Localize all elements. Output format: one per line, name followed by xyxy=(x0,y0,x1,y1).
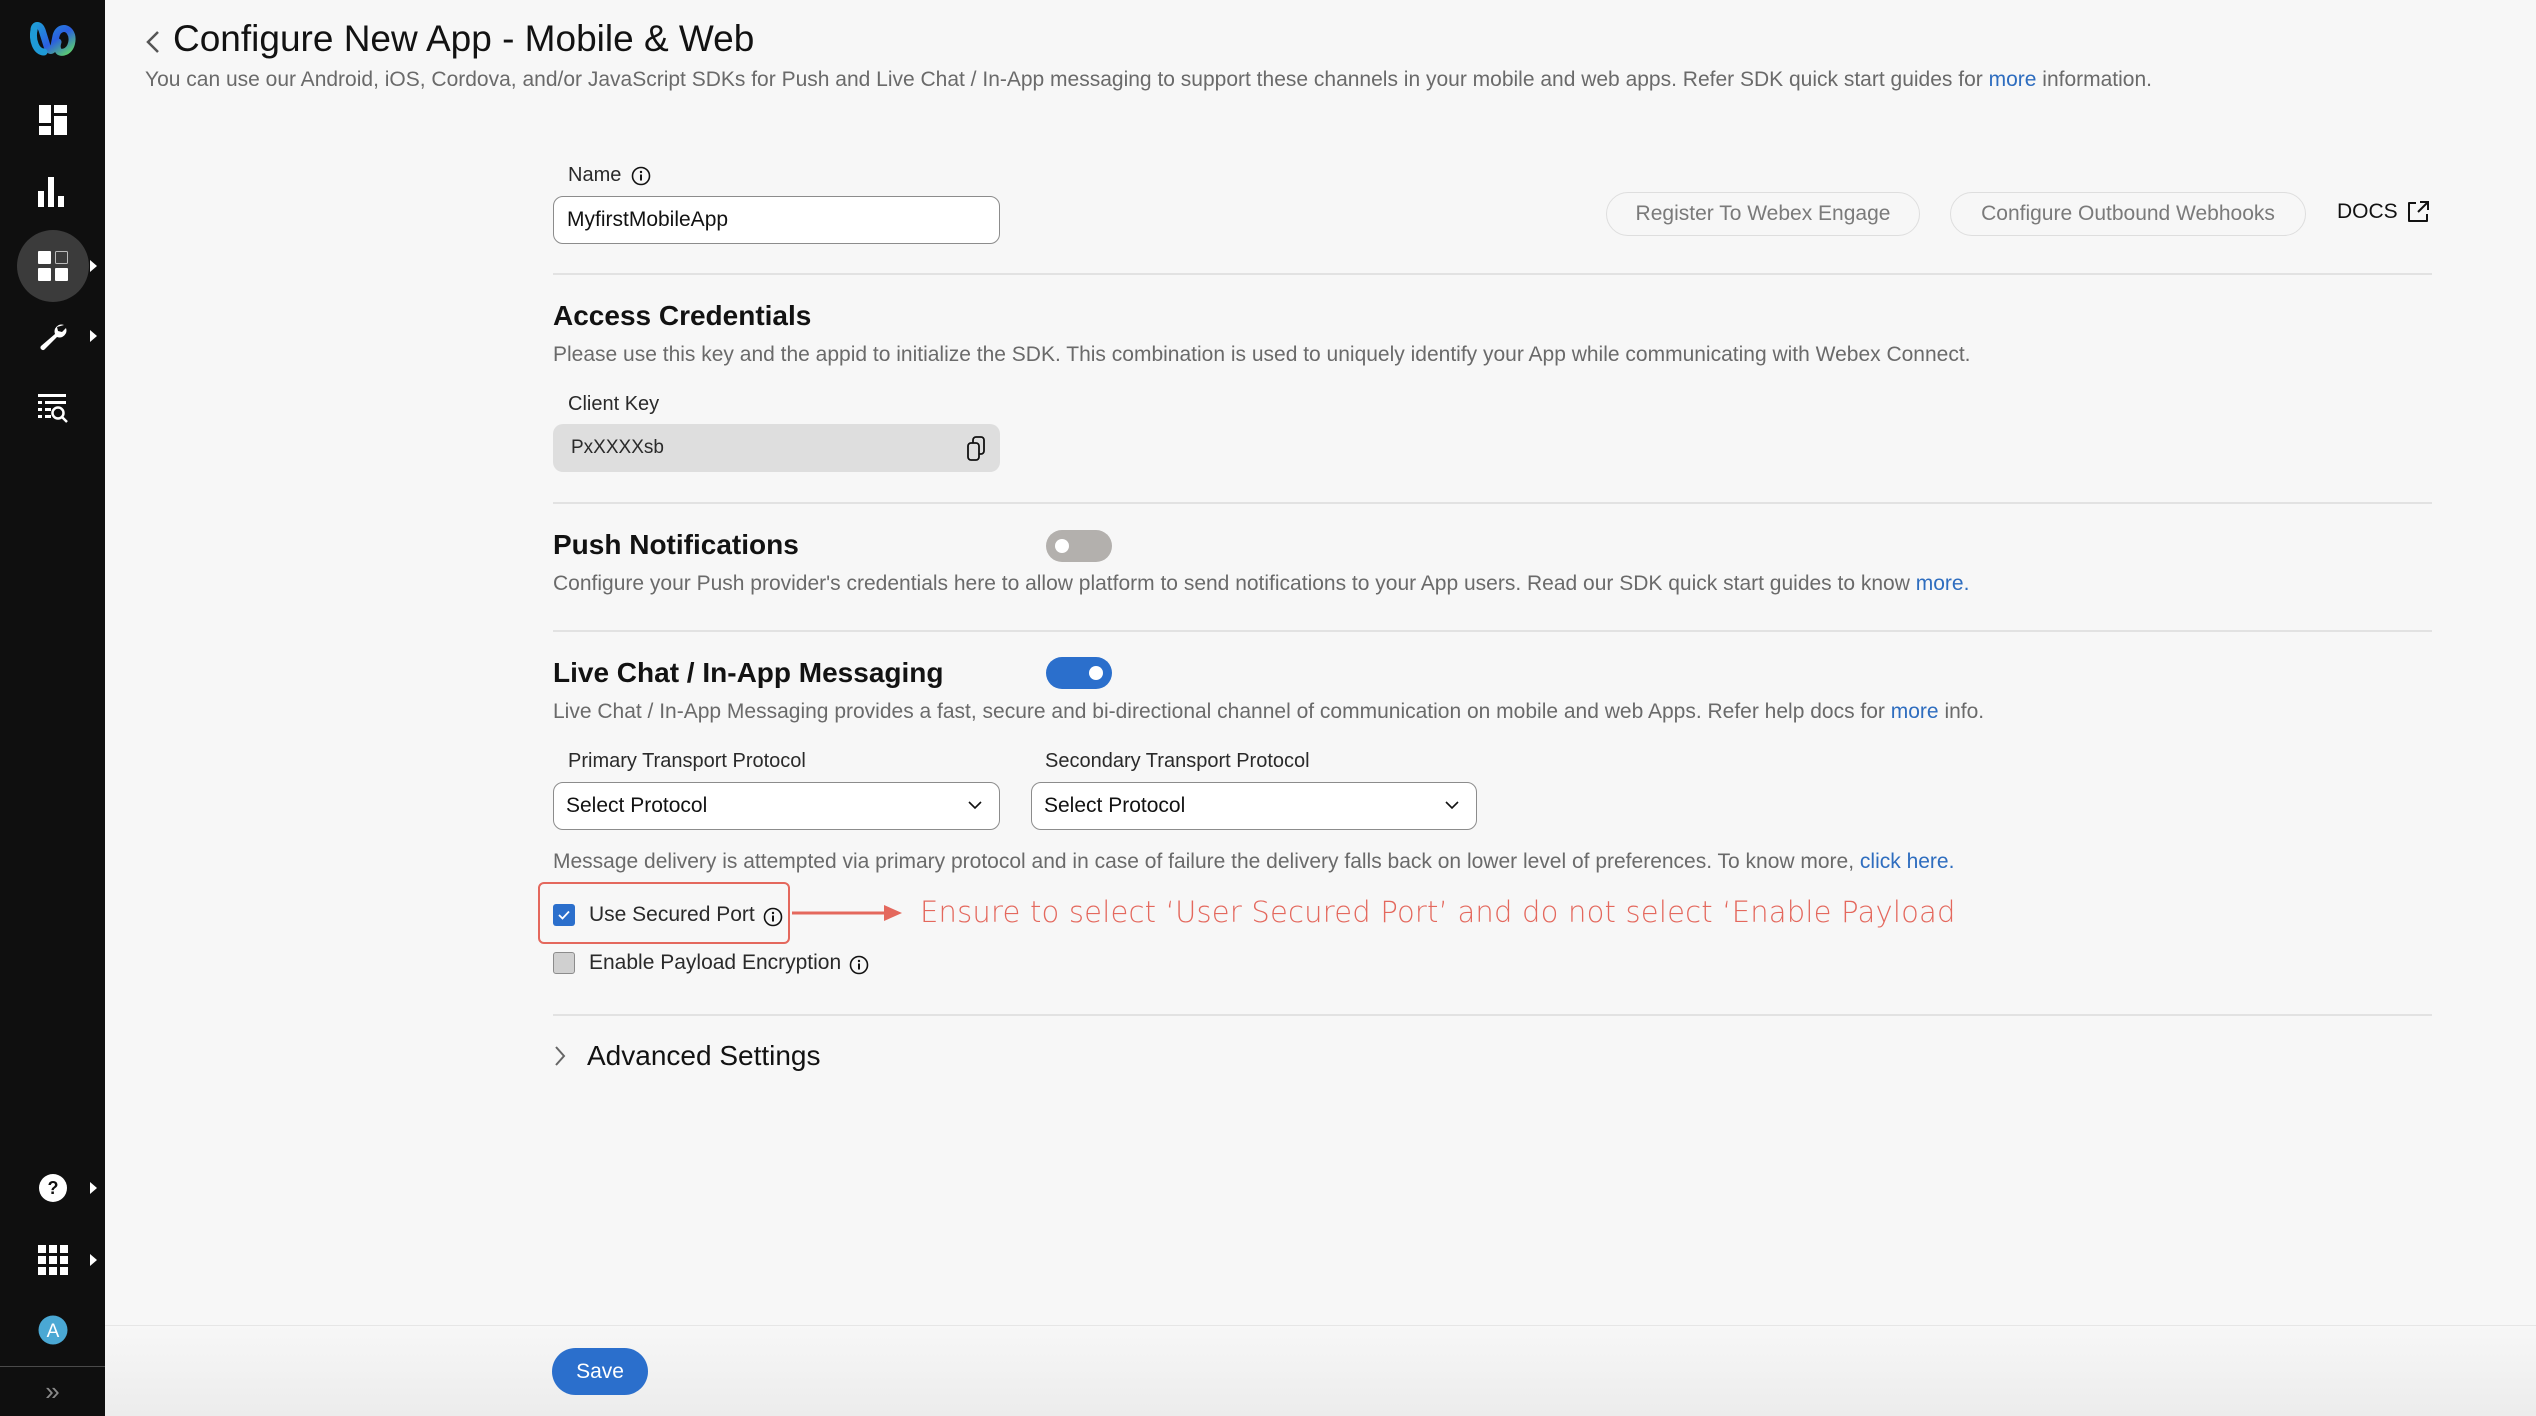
external-link-icon xyxy=(2407,201,2429,222)
bar-chart-icon xyxy=(37,177,64,207)
sidebar-item-profile[interactable]: A xyxy=(0,1304,105,1356)
push-more-link[interactable]: more. xyxy=(1916,572,1970,595)
client-key-label: Client Key xyxy=(568,393,660,415)
subtitle-text-end: information. xyxy=(2036,68,2152,91)
enable-payload-encryption-checkbox[interactable]: Enable Payload Encryption xyxy=(553,951,869,975)
apps-grid-icon xyxy=(37,251,68,281)
chevron-down-icon xyxy=(1445,801,1459,810)
webex-logo[interactable] xyxy=(0,14,105,66)
chevron-down-icon xyxy=(968,801,982,810)
push-notifications-title: Push Notifications xyxy=(553,529,799,560)
sidebar-divider xyxy=(0,1366,105,1367)
annotation-text: Ensure to select ‘User Secured Port’ and… xyxy=(920,895,1956,929)
grid-9-icon xyxy=(37,1245,68,1275)
live-chat-desc-end: info. xyxy=(1938,700,1985,723)
push-notifications-description: Configure your Push provider's credentia… xyxy=(553,572,1969,596)
live-chat-desc-text: Live Chat / In-App Messaging provides a … xyxy=(553,700,1891,723)
delivery-note-text: Message delivery is attempted via primar… xyxy=(553,850,1860,873)
list-search-icon xyxy=(37,394,68,423)
access-credentials-description: Please use this key and the appid to ini… xyxy=(553,343,1971,366)
sidebar-item-dashboard[interactable] xyxy=(0,94,105,146)
svg-text:A: A xyxy=(46,1321,59,1342)
info-icon[interactable] xyxy=(631,166,651,186)
section-divider xyxy=(553,273,2432,275)
sidebar-item-tools[interactable] xyxy=(0,310,105,362)
client-key-field: PxXXXXsb xyxy=(553,424,1000,472)
primary-protocol-label: Primary Transport Protocol xyxy=(568,750,806,772)
click-here-link[interactable]: click here. xyxy=(1860,850,1955,873)
webex-logo-icon xyxy=(29,22,75,56)
app-name-input[interactable]: MyfirstMobileApp xyxy=(553,196,1000,244)
toggle-knob xyxy=(1055,539,1069,553)
app-name-value: MyfirstMobileApp xyxy=(567,208,729,231)
back-chevron-icon[interactable] xyxy=(140,26,168,58)
primary-protocol-value: Select Protocol xyxy=(566,794,708,817)
chevron-right-icon xyxy=(555,1046,566,1066)
secondary-protocol-label: Secondary Transport Protocol xyxy=(1045,750,1310,772)
help-icon: ? xyxy=(38,1174,67,1202)
secondary-protocol-select[interactable]: Select Protocol xyxy=(1031,782,1477,830)
submenu-caret-icon xyxy=(90,260,97,272)
section-divider xyxy=(553,502,2432,504)
primary-protocol-select[interactable]: Select Protocol xyxy=(553,782,1000,830)
section-divider xyxy=(553,1014,2432,1016)
live-chat-title: Live Chat / In-App Messaging xyxy=(553,657,944,688)
annotation-arrow-icon xyxy=(792,905,902,921)
avatar-icon: A xyxy=(38,1315,67,1345)
subtitle-text: You can use our Android, iOS, Cordova, a… xyxy=(145,68,1989,91)
save-button[interactable]: Save xyxy=(552,1348,648,1395)
enable-payload-encryption-label: Enable Payload Encryption xyxy=(589,951,842,974)
delivery-note: Message delivery is attempted via primar… xyxy=(553,850,1954,874)
live-chat-more-link[interactable]: more xyxy=(1891,700,1939,723)
footer-bar xyxy=(105,1325,2536,1416)
dashboard-icon xyxy=(38,105,67,135)
double-chevron-right-icon: » xyxy=(45,1375,60,1406)
client-key-value: PxXXXXsb xyxy=(571,437,664,458)
svg-text:?: ? xyxy=(47,1178,58,1198)
sidebar-item-app-launcher[interactable] xyxy=(0,1234,105,1286)
name-label: Name xyxy=(568,164,651,187)
sidebar: ? A » xyxy=(0,0,105,1416)
page-subtitle: You can use our Android, iOS, Cordova, a… xyxy=(145,68,2152,92)
info-icon[interactable] xyxy=(849,955,869,975)
page-title: Configure New App - Mobile & Web xyxy=(173,18,755,59)
advanced-settings-toggle[interactable]: Advanced Settings xyxy=(553,1040,821,1072)
access-credentials-title: Access Credentials xyxy=(553,300,812,331)
docs-label: DOCS xyxy=(2337,200,2398,223)
live-chat-description: Live Chat / In-App Messaging provides a … xyxy=(553,700,1984,724)
copy-icon[interactable] xyxy=(966,436,986,462)
sidebar-item-logs[interactable] xyxy=(0,382,105,434)
checkbox-unchecked[interactable] xyxy=(553,952,575,974)
configure-outbound-webhooks-button[interactable]: Configure Outbound Webhooks xyxy=(1950,192,2306,236)
docs-link[interactable]: DOCS xyxy=(2337,200,2430,224)
more-info-link[interactable]: more xyxy=(1989,68,2037,91)
advanced-settings-label: Advanced Settings xyxy=(587,1040,821,1071)
submenu-caret-icon xyxy=(90,330,97,342)
wrench-icon xyxy=(39,324,66,350)
sidebar-item-analytics[interactable] xyxy=(0,166,105,218)
name-label-text: Name xyxy=(568,164,622,186)
submenu-caret-icon xyxy=(90,1254,97,1266)
push-desc-text: Configure your Push provider's credentia… xyxy=(553,572,1916,595)
sidebar-item-assets[interactable] xyxy=(0,228,105,304)
expand-sidebar-button[interactable]: » xyxy=(0,1370,105,1412)
register-webex-engage-button[interactable]: Register To Webex Engage xyxy=(1606,192,1920,236)
toggle-knob xyxy=(1089,666,1103,680)
secondary-protocol-value: Select Protocol xyxy=(1044,794,1186,817)
section-divider xyxy=(553,630,2432,632)
sidebar-item-help[interactable]: ? xyxy=(0,1162,105,1214)
live-chat-toggle[interactable] xyxy=(1046,657,1112,689)
push-notifications-toggle[interactable] xyxy=(1046,530,1112,562)
submenu-caret-icon xyxy=(90,1182,97,1194)
annotation-highlight-box xyxy=(538,882,790,944)
